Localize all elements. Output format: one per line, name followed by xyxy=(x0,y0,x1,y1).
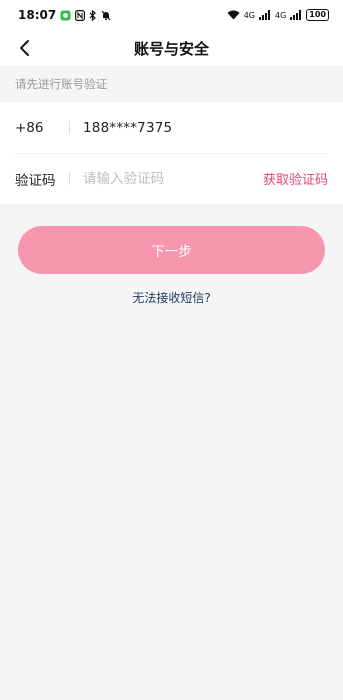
phone-row: +86 188****7375 xyxy=(0,102,343,153)
verification-hint: 请先进行账号验证 xyxy=(0,66,343,102)
verification-form: +86 188****7375 验证码 获取验证码 xyxy=(0,102,343,204)
verification-code-input[interactable] xyxy=(83,170,263,187)
mute-bell-icon xyxy=(101,10,111,21)
chat-app-icon xyxy=(60,10,71,21)
divider xyxy=(69,172,70,185)
chevron-left-icon xyxy=(20,40,29,56)
status-bar: 18:07 4G 4G 100 xyxy=(0,0,343,30)
wifi-icon xyxy=(227,10,240,20)
country-code: +86 xyxy=(15,119,44,136)
network-type-1: 4G xyxy=(243,10,255,20)
page-title: 账号与安全 xyxy=(133,39,209,58)
status-time: 18:07 xyxy=(18,8,57,22)
status-left: 18:07 xyxy=(18,8,111,22)
nfc-icon xyxy=(75,9,86,21)
signal-icon-2 xyxy=(290,10,302,20)
battery-icon: 100 xyxy=(306,9,329,21)
bluetooth-icon xyxy=(89,9,97,21)
back-button[interactable] xyxy=(12,36,36,60)
network-type-2: 4G xyxy=(275,10,287,20)
header: 账号与安全 xyxy=(0,30,343,66)
phone-number: 188****7375 xyxy=(83,119,173,136)
divider xyxy=(69,121,70,134)
status-right: 4G 4G 100 xyxy=(227,9,329,21)
signal-icon-1 xyxy=(259,10,271,20)
code-label: 验证码 xyxy=(15,172,56,189)
cannot-receive-sms-link[interactable]: 无法接收短信? xyxy=(0,289,343,306)
next-button[interactable]: 下一步 xyxy=(18,226,325,274)
get-code-button[interactable]: 获取验证码 xyxy=(263,169,328,188)
code-row: 验证码 获取验证码 xyxy=(0,153,343,204)
